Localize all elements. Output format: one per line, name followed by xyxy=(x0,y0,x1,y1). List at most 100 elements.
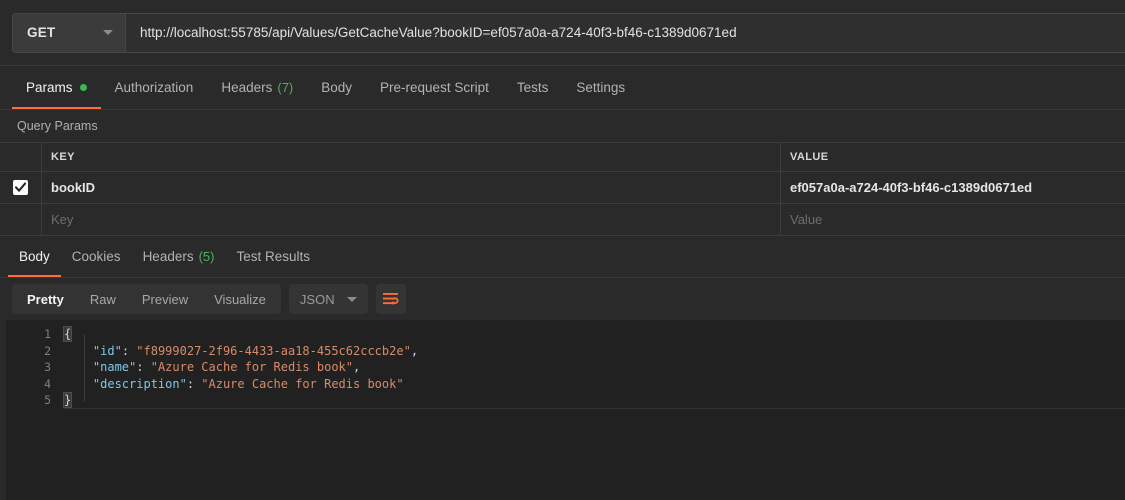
table-row: bookID ef057a0a-a724-40f3-bf46-c1389d067… xyxy=(0,172,1125,204)
tab-tests[interactable]: Tests xyxy=(503,66,563,109)
code-bottom-rule xyxy=(64,408,1125,409)
tab-pre-request-script[interactable]: Pre-request Script xyxy=(366,66,503,109)
row-checkbox-cell xyxy=(0,172,42,203)
code-token: "Azure Cache for Redis book" xyxy=(201,376,404,391)
line-number: 3 xyxy=(44,360,51,375)
line-number: 1 xyxy=(44,327,51,342)
code-line: 1 { xyxy=(6,326,1125,343)
http-method-dropdown[interactable]: GET xyxy=(13,13,126,52)
response-tab-test-results[interactable]: Test Results xyxy=(225,236,321,277)
tab-authorization-label: Authorization xyxy=(114,80,194,95)
params-modified-dot-icon xyxy=(79,84,87,91)
code-line: 4 "description": "Azure Cache for Redis … xyxy=(6,376,1125,393)
tab-settings-label: Settings xyxy=(576,80,626,95)
tab-params-label: Params xyxy=(26,80,73,95)
response-body-viewer[interactable]: 1 { 2 "id": "f8999027-2f96-4433-aa18-455… xyxy=(0,320,1125,500)
query-params-title: Query Params xyxy=(0,110,1125,142)
empty-row-value-input[interactable]: Value xyxy=(781,204,1125,235)
code-line: 3 "name": "Azure Cache for Redis book", xyxy=(6,359,1125,376)
param-enabled-checkbox[interactable] xyxy=(13,180,28,195)
response-tab-headers-label: Headers xyxy=(142,249,194,264)
code-token: , xyxy=(353,360,361,375)
tab-headers-count: (7) xyxy=(277,80,294,95)
line-number: 2 xyxy=(44,343,51,358)
header-key-cell: KEY xyxy=(42,143,781,171)
code-token: "description" xyxy=(92,376,187,391)
word-wrap-button[interactable] xyxy=(375,284,406,314)
tab-headers-label: Headers xyxy=(221,80,273,95)
indent-guide xyxy=(84,334,85,402)
code-token: "id" xyxy=(92,343,122,358)
param-value-text: ef057a0a-a724-40f3-bf46-c1389d0671ed xyxy=(790,180,1033,195)
word-wrap-icon xyxy=(383,293,399,306)
tab-authorization[interactable]: Authorization xyxy=(101,66,208,109)
code-token: } xyxy=(62,392,73,409)
header-value-cell: VALUE xyxy=(781,143,1125,171)
empty-row-key-input[interactable]: Key xyxy=(42,204,781,235)
code-token: : xyxy=(136,360,151,375)
request-url-text: http://localhost:55785/api/Values/GetCac… xyxy=(140,25,737,40)
query-params-table: KEY VALUE bookID ef057a0a-a724-40f3-bf46… xyxy=(0,142,1125,236)
header-check-cell xyxy=(0,143,42,171)
code-token: : xyxy=(121,343,137,358)
response-tab-headers[interactable]: Headers (5) xyxy=(132,236,226,277)
view-mode-raw-label: Raw xyxy=(89,291,116,307)
checkmark-icon xyxy=(15,182,26,193)
tab-tests-label: Tests xyxy=(516,80,549,95)
response-tab-body[interactable]: Body xyxy=(8,236,61,277)
code-line: 5 } xyxy=(6,392,1125,409)
code-token: { xyxy=(62,326,73,343)
tab-body-label: Body xyxy=(321,80,353,95)
postman-window: GET http://localhost:55785/api/Values/Ge… xyxy=(0,0,1125,500)
request-tabs: Params Authorization Headers (7) Body Pr… xyxy=(0,66,1125,110)
table-header-row: KEY VALUE xyxy=(0,143,1125,172)
column-header-key: KEY xyxy=(51,151,75,163)
tab-pre-request-script-label: Pre-request Script xyxy=(380,80,489,95)
response-view-toolbar: Pretty Raw Preview Visualize JSON xyxy=(0,278,1125,320)
code-line: 2 "id": "f8999027-2f96-4433-aa18-455c62c… xyxy=(6,343,1125,360)
param-key-text: bookID xyxy=(51,180,96,195)
response-tab-body-label: Body xyxy=(19,249,50,264)
response-body-code: 1 { 2 "id": "f8999027-2f96-4433-aa18-455… xyxy=(6,320,1125,500)
response-tab-cookies[interactable]: Cookies xyxy=(61,236,132,277)
request-url-bar: GET http://localhost:55785/api/Values/Ge… xyxy=(0,0,1125,66)
chevron-down-icon xyxy=(346,296,357,302)
code-token: "Azure Cache for Redis book" xyxy=(150,360,354,375)
tab-headers[interactable]: Headers (7) xyxy=(207,66,307,109)
param-key-cell[interactable]: bookID xyxy=(42,172,781,203)
response-tab-test-results-label: Test Results xyxy=(236,249,311,264)
response-format-dropdown[interactable]: JSON xyxy=(288,284,368,314)
view-mode-segmented-control: Pretty Raw Preview Visualize xyxy=(12,284,281,314)
response-tabs: Body Cookies Headers (5) Test Results xyxy=(0,236,1125,278)
view-mode-visualize-label: Visualize xyxy=(214,291,266,307)
response-tab-headers-count: (5) xyxy=(198,249,215,264)
column-header-value: VALUE xyxy=(790,151,829,163)
view-mode-preview-label: Preview xyxy=(141,291,189,307)
empty-row-checkbox-cell xyxy=(0,204,42,235)
tab-settings[interactable]: Settings xyxy=(562,66,639,109)
view-mode-raw[interactable]: Raw xyxy=(77,286,129,312)
tab-params[interactable]: Params xyxy=(12,66,101,109)
empty-row-value-placeholder: Value xyxy=(790,212,823,227)
chevron-down-icon xyxy=(103,30,113,35)
line-number: 4 xyxy=(44,376,51,391)
response-format-label: JSON xyxy=(299,291,335,307)
code-token: "name" xyxy=(92,360,137,375)
empty-row-key-placeholder: Key xyxy=(51,212,74,227)
table-empty-row: Key Value xyxy=(0,204,1125,236)
tab-body[interactable]: Body xyxy=(307,66,366,109)
view-mode-visualize[interactable]: Visualize xyxy=(201,286,279,312)
param-value-cell[interactable]: ef057a0a-a724-40f3-bf46-c1389d0671ed xyxy=(781,172,1125,203)
line-number: 5 xyxy=(44,393,51,408)
view-mode-pretty[interactable]: Pretty xyxy=(14,286,77,312)
code-token: "f8999027-2f96-4433-aa18-455c62cccb2e" xyxy=(136,343,411,358)
view-mode-preview[interactable]: Preview xyxy=(129,286,201,312)
response-tab-cookies-label: Cookies xyxy=(71,249,121,264)
http-method-label: GET xyxy=(27,25,56,40)
code-token: , xyxy=(410,343,419,358)
request-url-input[interactable]: http://localhost:55785/api/Values/GetCac… xyxy=(126,13,1125,52)
code-token: : xyxy=(186,376,202,391)
